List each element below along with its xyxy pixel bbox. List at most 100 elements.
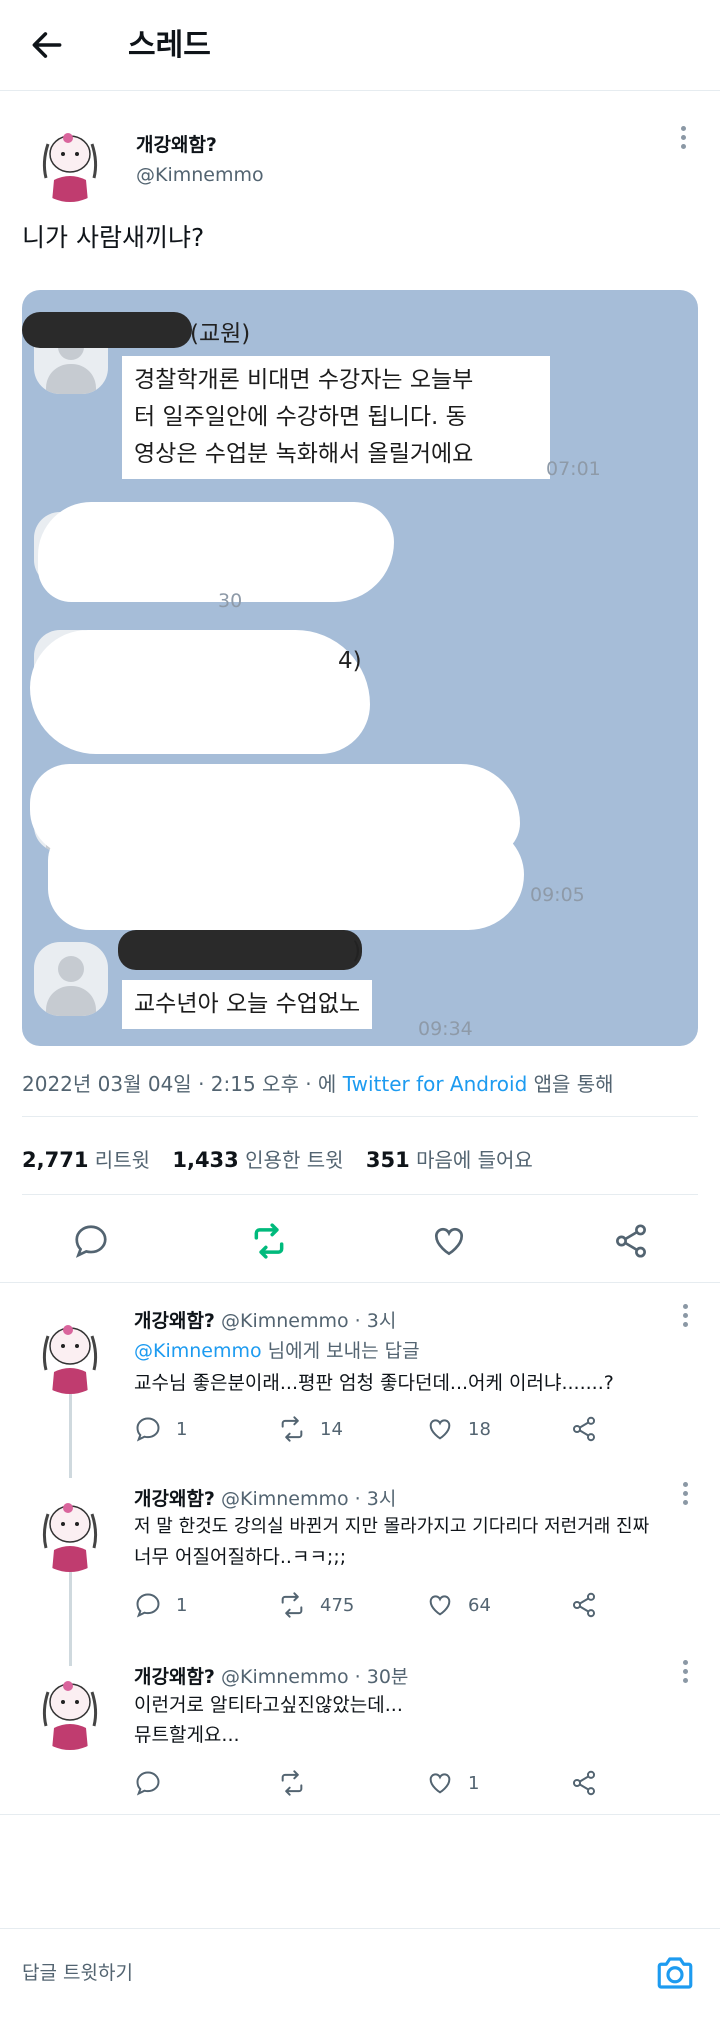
reply-line: 저 말 한것도 강의실 바뀐거 지만 몰라가지고 기다리다 저런거래 진짜: [134, 1516, 650, 1537]
author-handle[interactable]: @Kimnemmo · 3시: [221, 1488, 396, 1510]
chat-avatar: [34, 942, 108, 1016]
retweet-button[interactable]: 14: [278, 1416, 343, 1442]
reply-button[interactable]: 1: [134, 1416, 187, 1442]
redacted-name: [118, 930, 362, 970]
tweet-image[interactable]: (교원) 경찰학개론 비대면 수강자는 오늘부 터 일주일안에 수강하면 됩니다…: [22, 290, 698, 1046]
top-bar: 스레드: [0, 0, 720, 90]
reply-count: 1: [176, 1418, 188, 1440]
retweet-count: 14: [320, 1418, 343, 1440]
reply-icon[interactable]: [134, 1769, 162, 1797]
blur-patch: [48, 826, 524, 930]
quote-label[interactable]: 인용한 트윗: [245, 1148, 343, 1172]
blur-patch: [30, 630, 370, 754]
retweet-icon[interactable]: [278, 1415, 306, 1443]
author-name[interactable]: 개강왜함?: [134, 1488, 215, 1510]
retweet-count: 475: [320, 1594, 355, 1616]
sender-role: ): [352, 938, 361, 964]
author-handle[interactable]: @Kimnemmo: [136, 164, 264, 186]
meta-divider: [22, 1116, 698, 1117]
chat-time: 09:34: [418, 1018, 473, 1040]
source-suffix: 앱을 통해: [533, 1072, 614, 1096]
share-button[interactable]: [570, 1416, 598, 1442]
reply-line: 너무 어질어질하다..ㅋㅋ;;;: [134, 1546, 347, 1568]
reply-text: 교수님 좋은분이래...평판 엄청 좋다던데...어케 이러냐.......?: [134, 1368, 614, 1398]
retweet-button[interactable]: [278, 1770, 306, 1796]
like-count: 64: [468, 1594, 491, 1616]
like-count[interactable]: 351: [366, 1148, 410, 1172]
reply-count: 1: [176, 1594, 188, 1616]
replying-label: 님에게 보내는 답글: [267, 1340, 420, 1362]
chat-bubble: 교수년아 오늘 수업없노: [122, 980, 373, 1029]
blur-patch: [38, 502, 394, 602]
retweet-label[interactable]: 리트윗: [95, 1148, 150, 1172]
reply-header: 개강왜함? @Kimnemmo · 30분: [134, 1662, 408, 1689]
reply-compose-input[interactable]: 답글 트윗하기: [22, 1958, 133, 1985]
compose-divider: [0, 1928, 720, 1929]
avatar[interactable]: [28, 1310, 112, 1394]
author-handle[interactable]: @Kimnemmo · 30분: [221, 1666, 408, 1688]
sender-role: 4): [338, 648, 362, 674]
tweet-text: 니가 사람새끼냐?: [22, 223, 205, 252]
quote-count[interactable]: 1,433: [172, 1148, 238, 1172]
like-count: 18: [468, 1418, 491, 1440]
camera-icon[interactable]: [654, 1952, 696, 1994]
author-name[interactable]: 개강왜함?: [134, 1666, 215, 1688]
like-button[interactable]: 18: [426, 1416, 491, 1442]
reply-button[interactable]: 1: [134, 1592, 187, 1618]
like-icon[interactable]: [426, 1591, 454, 1619]
more-options-icon[interactable]: [680, 1302, 690, 1328]
tweet-date: 2022년 03월 04일 · 2:15 오후 · 에: [22, 1072, 337, 1096]
retweet-icon[interactable]: [250, 1222, 288, 1260]
header-divider: [0, 90, 720, 91]
reply-button[interactable]: [134, 1770, 162, 1796]
share-icon[interactable]: [570, 1591, 598, 1619]
author-handle[interactable]: @Kimnemmo · 3시: [221, 1310, 396, 1332]
thread-connector: [69, 1394, 72, 1478]
like-button[interactable]: 64: [426, 1592, 491, 1618]
like-label[interactable]: 마음에 들어요: [416, 1148, 533, 1172]
chat-line: 터 일주일안에 수강하면 됩니다. 동: [134, 404, 467, 430]
avatar[interactable]: [28, 1666, 112, 1750]
like-button[interactable]: 1: [426, 1770, 479, 1796]
like-icon[interactable]: [426, 1415, 454, 1443]
sender-role: (교원): [190, 321, 251, 347]
mention-link[interactable]: @Kimnemmo: [134, 1340, 262, 1362]
author-name[interactable]: 개강왜함?: [134, 1310, 215, 1332]
retweet-button[interactable]: 475: [278, 1592, 354, 1618]
avatar[interactable]: [28, 118, 112, 202]
reply-line: 교수님 좋은분이래...평판 엄청 좋다던데...어케 이러냐.......?: [134, 1372, 614, 1394]
author-name[interactable]: 개강왜함?: [136, 130, 217, 157]
retweet-icon[interactable]: [278, 1591, 306, 1619]
avatar[interactable]: [28, 1488, 112, 1572]
like-icon[interactable]: [430, 1222, 468, 1260]
chat-line: 경찰학개론 비대면 수강자는 오늘부: [134, 367, 474, 393]
back-arrow-icon[interactable]: [28, 26, 66, 64]
retweet-count[interactable]: 2,771: [22, 1148, 88, 1172]
tweet-timestamp: 2022년 03월 04일 · 2:15 오후 · 에 Twitter for …: [22, 1068, 614, 1097]
share-icon[interactable]: [570, 1415, 598, 1443]
source-link[interactable]: Twitter for Android: [343, 1072, 528, 1096]
actions-divider: [0, 1282, 720, 1283]
reply-icon[interactable]: [134, 1591, 162, 1619]
like-count: 1: [468, 1772, 480, 1794]
reply-line: 이런거로 알티타고싶진않았는데...: [134, 1694, 403, 1716]
like-icon[interactable]: [426, 1769, 454, 1797]
retweet-icon[interactable]: [278, 1769, 306, 1797]
share-button[interactable]: [570, 1592, 598, 1618]
more-options-icon[interactable]: [678, 124, 688, 150]
reply-icon[interactable]: [134, 1415, 162, 1443]
tweet-stats: 2,771 리트윗 1,433 인용한 트윗 351 마음에 들어요: [22, 1144, 533, 1173]
more-options-icon[interactable]: [680, 1658, 690, 1684]
share-button[interactable]: [570, 1770, 598, 1796]
page-title: 스레드: [128, 28, 211, 63]
share-icon[interactable]: [612, 1222, 650, 1260]
reply-text: 이런거로 알티타고싶진않았는데... 뮤트할게요...: [134, 1690, 403, 1750]
more-options-icon[interactable]: [680, 1480, 690, 1506]
reply-icon[interactable]: [72, 1222, 110, 1260]
reply-text: 저 말 한것도 강의실 바뀐거 지만 몰라가지고 기다리다 저런거래 진짜 너무…: [134, 1512, 704, 1572]
share-icon[interactable]: [570, 1769, 598, 1797]
reply-header: 개강왜함? @Kimnemmo · 3시: [134, 1484, 396, 1511]
chat-line: 영상은 수업분 녹화해서 올릴거에요: [134, 441, 474, 467]
chat-time: 07:01: [546, 458, 601, 480]
chat-bubble: 경찰학개론 비대면 수강자는 오늘부 터 일주일안에 수강하면 됩니다. 동 영…: [122, 356, 550, 479]
